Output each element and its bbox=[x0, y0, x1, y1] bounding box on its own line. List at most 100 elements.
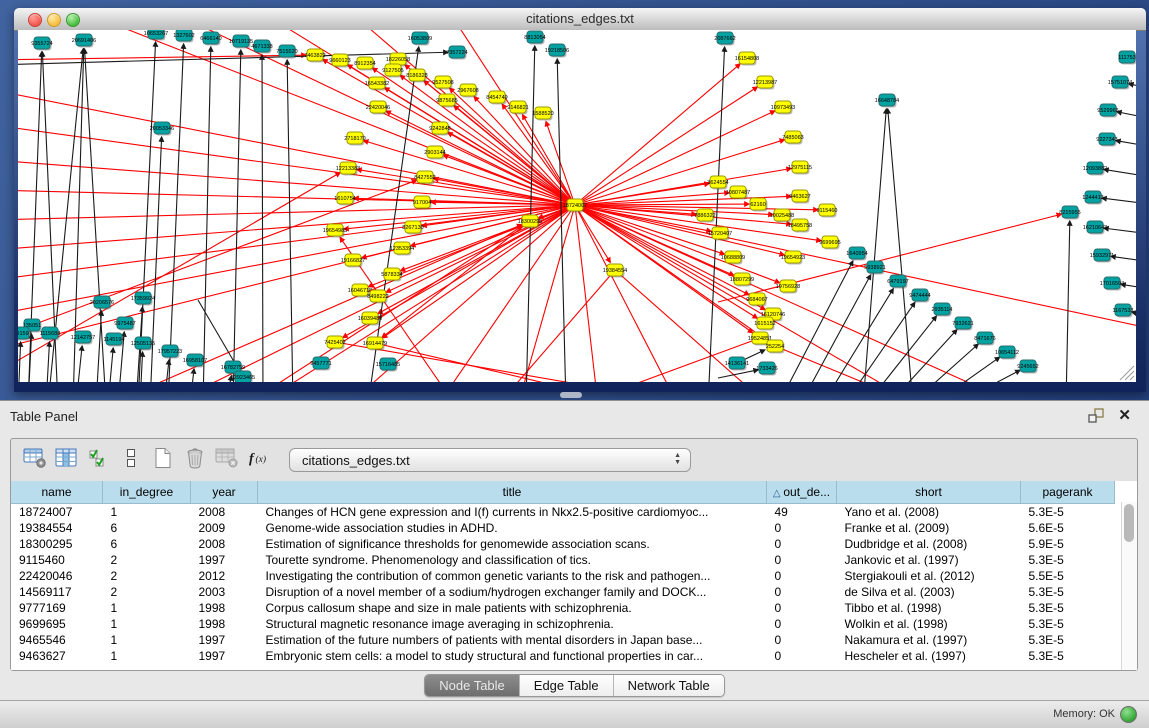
graph-edge[interactable] bbox=[775, 346, 910, 382]
graph-node[interactable]: 2087662 bbox=[714, 32, 735, 46]
graph-edge[interactable] bbox=[800, 275, 871, 382]
graph-node[interactable]: 3624554 bbox=[707, 176, 728, 190]
graph-edge[interactable] bbox=[1111, 256, 1136, 263]
graph-edge[interactable] bbox=[575, 205, 1136, 330]
graph-edge[interactable] bbox=[822, 289, 893, 382]
table-row[interactable]: 1830029562008Estimation of significance … bbox=[11, 536, 1119, 552]
table-row[interactable]: 946362711997Embryonic stem cells: a mode… bbox=[11, 648, 1119, 664]
graph-node[interactable]: 10807487 bbox=[726, 186, 750, 200]
graph-node[interactable]: 7463822 bbox=[304, 49, 325, 63]
graph-node[interactable]: 15720407 bbox=[708, 227, 732, 241]
graph-edge[interactable] bbox=[287, 60, 293, 382]
table-row[interactable]: 2242004622012Investigating the contribut… bbox=[11, 568, 1119, 584]
graph-edge[interactable] bbox=[168, 44, 184, 382]
function-builder-button[interactable]: f(x) bbox=[243, 446, 275, 474]
graph-node[interactable]: 2935114 bbox=[931, 303, 952, 317]
graph-node[interactable]: 9474444 bbox=[909, 289, 930, 303]
graph-node[interactable]: 19218506 bbox=[545, 44, 569, 58]
graph-node[interactable]: 917004 bbox=[413, 196, 432, 210]
row-cells-button[interactable] bbox=[115, 446, 147, 474]
graph-edge[interactable] bbox=[575, 205, 784, 255]
graph-edge[interactable] bbox=[78, 30, 575, 205]
graph-node[interactable]: 2903144 bbox=[424, 146, 445, 160]
graph-edge[interactable] bbox=[18, 90, 575, 205]
graph-node[interactable]: 111753 bbox=[1118, 51, 1136, 65]
graph-edge[interactable] bbox=[108, 348, 113, 382]
graph-node[interactable]: 10973493 bbox=[771, 101, 795, 115]
graph-node[interactable]: 19654983 bbox=[323, 224, 347, 238]
graph-node[interactable]: 4671338 bbox=[251, 40, 272, 54]
graph-node[interactable]: 8215955 bbox=[1059, 206, 1080, 220]
graph-node[interactable]: 5938921 bbox=[864, 261, 885, 275]
graph-node[interactable]: 7425402 bbox=[324, 336, 345, 350]
graph-node[interactable]: 15751074 bbox=[1108, 76, 1132, 90]
graph-edge[interactable] bbox=[910, 344, 978, 382]
graph-node[interactable]: 9975487 bbox=[114, 317, 135, 331]
table-settings-button[interactable] bbox=[19, 446, 51, 474]
graph-node[interactable]: 8267130 bbox=[402, 221, 423, 235]
graph-node[interactable]: 2718170 bbox=[344, 132, 365, 146]
graph-node[interactable]: 8471676 bbox=[974, 332, 995, 346]
graph-node[interactable]: 17957223 bbox=[158, 345, 182, 359]
graph-node[interactable]: 9684067 bbox=[746, 293, 767, 307]
graph-node[interactable]: 20206576 bbox=[90, 296, 114, 310]
graph-node[interactable]: 1167533 bbox=[1112, 304, 1133, 318]
graph-node[interactable]: 39159 bbox=[18, 327, 31, 341]
graph-node[interactable]: 2967608 bbox=[457, 84, 478, 98]
tab-node-table[interactable]: Node Table bbox=[425, 675, 519, 696]
graph-edge[interactable] bbox=[76, 346, 82, 382]
tab-edge-table[interactable]: Edge Table bbox=[519, 675, 613, 696]
graph-node[interactable]: 7485063 bbox=[782, 131, 803, 145]
graph-node[interactable]: 16210643 bbox=[1083, 221, 1107, 235]
graph-node[interactable]: 7357224 bbox=[446, 46, 467, 60]
graph-node[interactable]: 62160 bbox=[750, 198, 768, 212]
float-window-icon[interactable] bbox=[1087, 408, 1105, 424]
graph-node[interactable]: 9242848 bbox=[429, 122, 450, 136]
graph-edge[interactable] bbox=[888, 330, 957, 382]
graph-edge[interactable] bbox=[1102, 198, 1136, 205]
graph-node[interactable]: 8427552 bbox=[414, 171, 435, 185]
graph-node[interactable]: 10025488 bbox=[770, 209, 794, 223]
graph-edge[interactable] bbox=[233, 50, 241, 382]
graph-node[interactable]: 1327602 bbox=[173, 30, 194, 43]
graph-node[interactable]: 9463627 bbox=[789, 190, 810, 204]
graph-edge[interactable] bbox=[504, 270, 615, 382]
graph-edge[interactable] bbox=[382, 221, 530, 337]
graph-node[interactable]: 17359924 bbox=[131, 292, 155, 306]
graph-node[interactable]: 8498222 bbox=[367, 290, 388, 304]
graph-node[interactable]: 18495758 bbox=[788, 219, 812, 233]
table-row[interactable]: 969969511998Structural magnetic resonanc… bbox=[11, 616, 1119, 632]
column-header-pagerank[interactable]: pagerank bbox=[1021, 481, 1115, 504]
graph-edge[interactable] bbox=[575, 140, 784, 205]
table-row[interactable]: 946554611997Estimation of the future num… bbox=[11, 632, 1119, 648]
table-row[interactable]: 1872400712008Changes of HCN gene express… bbox=[11, 504, 1119, 521]
scrollbar-thumb[interactable] bbox=[1124, 504, 1134, 542]
graph-node[interactable]: 9527508 bbox=[432, 76, 453, 90]
column-header-title[interactable]: title bbox=[258, 481, 767, 504]
graph-node[interactable]: 1588520 bbox=[532, 107, 553, 121]
graph-node[interactable]: 10688809 bbox=[721, 251, 745, 265]
graph-node[interactable]: 16039489 bbox=[358, 312, 382, 326]
column-header-in_degree[interactable]: in_degree bbox=[103, 481, 191, 504]
graph-node[interactable]: 9227343 bbox=[1096, 133, 1117, 147]
graph-node[interactable]: 1610754 bbox=[334, 192, 355, 206]
graph-node[interactable]: 9127505 bbox=[382, 64, 403, 78]
column-header-year[interactable]: year bbox=[191, 481, 258, 504]
new-column-button[interactable] bbox=[147, 446, 179, 474]
graph-node[interactable]: 7515520 bbox=[276, 45, 297, 59]
graph-node[interactable]: 7932621 bbox=[952, 317, 973, 331]
close-icon[interactable]: ✕ bbox=[1118, 406, 1131, 424]
graph-edge[interactable] bbox=[96, 311, 101, 382]
graph-node[interactable]: 7886322 bbox=[694, 209, 715, 223]
table-row[interactable]: 911546021997Tourette syndrome. Phenomeno… bbox=[11, 552, 1119, 568]
graph-node[interactable]: 5878334 bbox=[381, 268, 402, 282]
column-header-short[interactable]: short bbox=[837, 481, 1021, 504]
graph-edge[interactable] bbox=[190, 369, 194, 382]
table-select-dropdown[interactable]: citations_edges.txt ▲▼ bbox=[289, 448, 691, 472]
graph-node[interactable]: 15716485 bbox=[376, 358, 400, 372]
graph-edge[interactable] bbox=[718, 214, 1061, 302]
column-header-out_degree[interactable]: △ out_de... bbox=[767, 481, 837, 504]
column-header-name[interactable]: name bbox=[11, 481, 103, 504]
graph-edge[interactable] bbox=[1104, 169, 1136, 178]
graph-node[interactable]: 10719135 bbox=[229, 35, 253, 49]
